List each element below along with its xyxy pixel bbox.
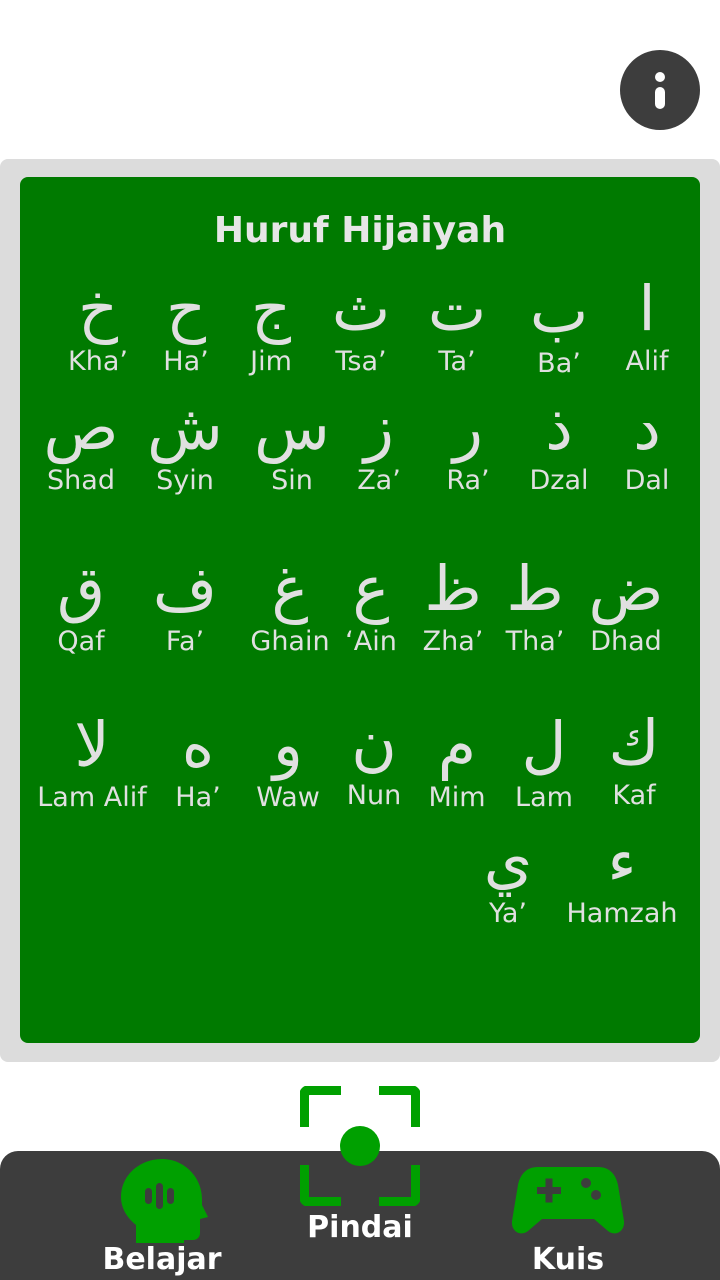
- letter-glyph: ز: [364, 391, 394, 464]
- letter-glyph: ث: [331, 272, 391, 345]
- letter-glyph: د: [633, 391, 661, 464]
- letter-glyph: ح: [165, 272, 207, 345]
- letter-name: Kha’: [68, 346, 128, 377]
- letter-glyph: ر: [453, 391, 483, 464]
- letter-card[interactable]: خ Kha’: [53, 273, 143, 379]
- scan-label: Pindai: [307, 1210, 413, 1245]
- letter-card[interactable]: ي Ya’: [463, 825, 553, 931]
- letter-glyph: ص: [43, 391, 119, 464]
- letter-glyph: ت: [427, 272, 487, 345]
- nav-label-belajar: Belajar: [102, 1242, 222, 1277]
- letter-card[interactable]: ب Ba’: [514, 275, 604, 381]
- letter-glyph: ه: [181, 708, 215, 781]
- letter-name: Ya’: [489, 898, 527, 929]
- letter-card[interactable]: ش Syin: [140, 392, 230, 498]
- letter-card[interactable]: لا Lam Alif: [37, 708, 146, 815]
- letter-name: Shad: [47, 465, 115, 496]
- hijaiyah-board: Huruf Hijaiyah ا Alif ب Ba’ ت Ta’ ث Tsa’…: [20, 177, 700, 1043]
- info-icon: [655, 72, 665, 109]
- letter-glyph: ق: [56, 552, 106, 625]
- letter-card[interactable]: ص Shad: [36, 392, 126, 498]
- letter-glyph: ل: [521, 708, 567, 781]
- board-title: Huruf Hijaiyah: [213, 210, 507, 251]
- letter-glyph: ب: [529, 274, 589, 347]
- letter-glyph: لا: [74, 708, 110, 781]
- letter-name: Lam Alif: [37, 782, 147, 813]
- letter-glyph: ي: [483, 824, 533, 897]
- letter-glyph: س: [254, 391, 330, 464]
- nav-label-kuis: Kuis: [531, 1242, 605, 1277]
- letter-card[interactable]: ق Qaf: [36, 553, 126, 659]
- letter-glyph: ذ: [545, 391, 573, 464]
- letter-card[interactable]: ف Fa’: [140, 553, 230, 659]
- letter-glyph: ج: [250, 272, 292, 345]
- letter-glyph: ن: [351, 706, 397, 779]
- gamepad-icon: [511, 1167, 625, 1234]
- scan-frame-icon: [299, 1085, 421, 1207]
- scan-button[interactable]: [299, 1085, 421, 1207]
- letter-card[interactable]: ه Ha’: [153, 709, 243, 815]
- letter-glyph: و: [273, 708, 303, 781]
- letter-glyph: ك: [608, 706, 660, 779]
- nav-item-belajar[interactable]: Belajar: [100, 1151, 224, 1280]
- letter-name: Qaf: [57, 626, 105, 657]
- letter-glyph: ء: [607, 824, 637, 897]
- letter-glyph: ف: [152, 552, 218, 625]
- letter-glyph: م: [437, 708, 477, 781]
- letter-card[interactable]: ء Hamzah: [567, 824, 678, 931]
- letter-glyph: ع: [352, 552, 390, 625]
- letter-glyph: خ: [77, 272, 119, 345]
- letter-glyph: ط: [506, 552, 564, 625]
- letter-glyph: ا: [638, 272, 656, 345]
- letter-name: Hamzah: [566, 898, 678, 929]
- board-frame: Huruf Hijaiyah ا Alif ب Ba’ ت Ta’ ث Tsa’…: [0, 159, 720, 1062]
- letter-glyph: ض: [588, 552, 664, 625]
- letter-card[interactable]: س Sin: [247, 392, 337, 498]
- letter-glyph: ظ: [424, 552, 482, 625]
- letter-glyph: غ: [271, 552, 309, 625]
- nav-item-kuis[interactable]: Kuis: [510, 1151, 626, 1280]
- letter-glyph: ش: [147, 391, 223, 464]
- info-button[interactable]: [620, 50, 700, 130]
- letter-card[interactable]: غ Ghain: [245, 553, 335, 659]
